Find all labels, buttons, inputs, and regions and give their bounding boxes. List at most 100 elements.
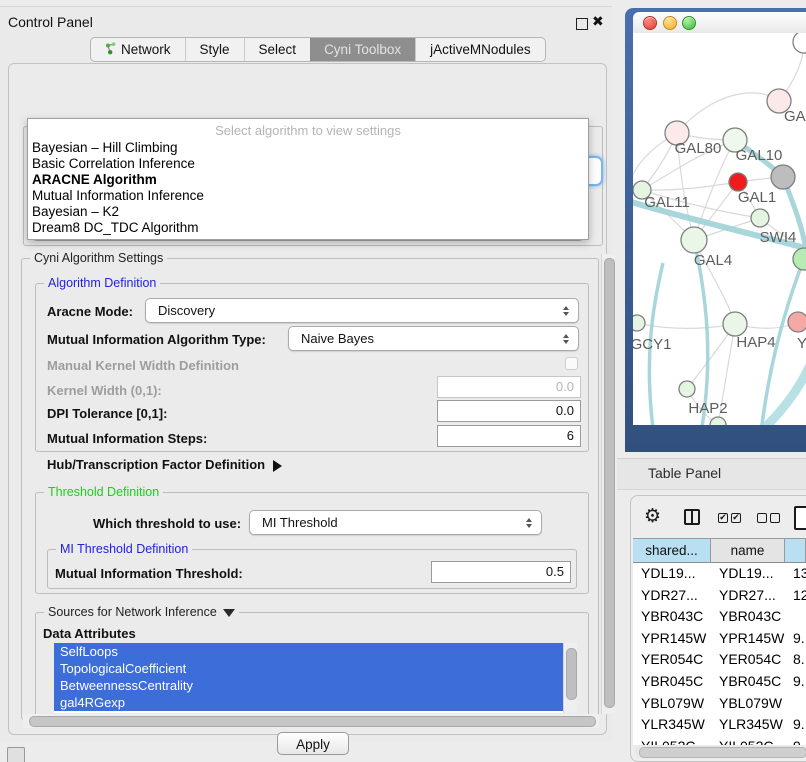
scrollbar-thumb[interactable] (29, 716, 596, 727)
table-row[interactable]: YBR043CYBR043C (633, 606, 806, 628)
mi-steps-field[interactable]: 6 (437, 425, 581, 447)
network-window-titlebar[interactable] (633, 12, 806, 34)
dropdown-item[interactable]: Basic Correlation Inference (28, 156, 588, 172)
data-attributes-list[interactable]: SelfLoopsTopologicalCoefficientBetweenne… (54, 643, 563, 713)
column-header-shared-name[interactable]: shared... (633, 539, 711, 562)
table-row[interactable]: YBR045CYBR045C9. (633, 671, 806, 693)
mi-steps-label: Mutual Information Steps: (47, 431, 207, 446)
threshold-definition-label: Threshold Definition (44, 485, 163, 499)
tab-select[interactable]: Select (244, 38, 311, 61)
table-row[interactable]: YBL079WYBL079W (633, 693, 806, 715)
which-threshold-label: Which threshold to use: (93, 516, 241, 531)
close-icon[interactable]: ✖ (592, 13, 604, 30)
kernel-width-field[interactable]: 0.0 (437, 376, 581, 398)
column-header-extra[interactable] (785, 539, 806, 562)
gear-icon[interactable]: ⚙ (644, 505, 661, 529)
cyni-settings-group-label: Cyni Algorithm Settings (30, 251, 167, 265)
zoom-traffic-light-icon[interactable] (682, 16, 696, 30)
algorithm-dropdown-popup: Select algorithm to view settings Bayesi… (27, 118, 589, 240)
dropdown-item[interactable]: ARACNE Algorithm (28, 172, 588, 188)
float-window-icon[interactable] (576, 18, 588, 30)
dropdown-item[interactable]: Mutual Information Inference (28, 188, 588, 204)
settings-horizontal-scrollbar[interactable] (23, 714, 599, 728)
table-icon[interactable] (794, 506, 806, 530)
deselect-all-checkbox-icon[interactable] (770, 513, 780, 523)
node-label: GAL (784, 108, 806, 125)
select-all-checkbox-icon[interactable]: ✔ (731, 513, 741, 523)
tab-network[interactable]: Network (91, 38, 185, 61)
table-cell: YBL079W (711, 693, 785, 715)
tab-jactivemnodules[interactable]: jActiveMNodules (415, 38, 545, 61)
mi-threshold-field[interactable]: 0.5 (431, 561, 571, 583)
settings-vertical-scrollbar[interactable] (601, 254, 615, 714)
network-node-gal4[interactable] (681, 227, 707, 253)
tab-style[interactable]: Style (185, 38, 244, 61)
table-cell: YLR345W (711, 714, 785, 736)
which-threshold-combo[interactable]: MI Threshold (249, 510, 542, 535)
table-cell: YIL052C (633, 736, 711, 745)
table-cell: YDR27... (633, 585, 711, 607)
minimize-traffic-light-icon[interactable] (663, 16, 677, 30)
table-row[interactable]: YPR145WYPR145W9. (633, 628, 806, 650)
deselect-all-checkbox-icon[interactable] (757, 513, 767, 523)
data-attributes-label: Data Attributes (43, 626, 136, 641)
attribute-list-item[interactable]: gal4RGexp (54, 694, 563, 711)
node-label: SWI4 (760, 229, 797, 246)
table-cell: YDR27... (711, 585, 785, 607)
tab-cyni-toolbox[interactable]: Cyni Toolbox (310, 38, 415, 61)
network-node-gcy1[interactable] (633, 315, 645, 331)
network-node[interactable] (793, 248, 806, 270)
column-header-name[interactable]: name (711, 539, 785, 562)
network-node[interactable] (793, 33, 806, 53)
node-label: GAL4 (694, 252, 732, 269)
dropdown-item[interactable]: Bayesian – K2 (28, 204, 588, 220)
scrollbar-thumb[interactable] (604, 258, 615, 708)
select-all-checkbox-icon[interactable]: ✔ (718, 513, 728, 523)
expand-right-icon (273, 460, 282, 472)
network-node-hap4[interactable] (723, 312, 747, 336)
dpi-tolerance-field[interactable]: 0.0 (437, 400, 581, 422)
algorithm-definition-label: Algorithm Definition (44, 276, 160, 290)
table-horizontal-scrollbar[interactable] (635, 745, 802, 758)
tab-label: Style (200, 42, 230, 57)
close-traffic-light-icon[interactable] (643, 16, 657, 30)
network-node[interactable] (710, 417, 726, 425)
aracne-mode-label: Aracne Mode: (47, 304, 133, 319)
network-node[interactable] (771, 165, 795, 189)
scrollbar-thumb[interactable] (639, 747, 806, 758)
network-canvas[interactable]: GALGAL80GAL10GAL1GAL11SWI4GAL4GCY1HAP4YH… (633, 33, 806, 425)
table-row[interactable]: YDR27...YDR27...12 (633, 585, 806, 607)
scrollbar-thumb[interactable] (566, 648, 577, 700)
network-node-y[interactable] (788, 312, 806, 332)
tab-label: Cyni Toolbox (324, 42, 401, 57)
manual-kernel-checkbox[interactable] (565, 357, 578, 370)
collapse-down-icon (223, 609, 235, 617)
node-label: GAL11 (644, 194, 690, 211)
network-node-hap2[interactable] (679, 381, 695, 397)
hub-definition-toggle[interactable]: Hub/Transcription Factor Definition (47, 457, 282, 472)
table-cell (785, 693, 806, 715)
node-label: GAL1 (738, 189, 776, 206)
table-row[interactable]: YER054CYER054C8. (633, 649, 806, 671)
table-row[interactable]: YDL19...YDL19...13 (633, 563, 806, 585)
attribute-list-item[interactable]: TopologicalCoefficient (54, 660, 563, 677)
collapsed-panel-button[interactable] (7, 747, 25, 762)
table-row[interactable]: YIL052CYIL052C9 (633, 736, 806, 745)
dropdown-item[interactable]: Bayesian – Hill Climbing (28, 140, 588, 156)
apply-button[interactable]: Apply (277, 732, 349, 755)
attribute-list-item[interactable]: SelfLoops (54, 643, 563, 660)
network-icon (105, 42, 116, 58)
attribute-list-item[interactable]: BetweennessCentrality (54, 677, 563, 694)
mi-type-label: Mutual Information Algorithm Type: (47, 332, 266, 347)
node-label: HAP4 (736, 334, 775, 351)
network-node-gal1[interactable] (751, 209, 769, 227)
table-row[interactable]: YLR345WYLR345W9. (633, 714, 806, 736)
dropdown-item[interactable]: Dream8 DC_TDC Algorithm (28, 220, 588, 236)
stepper-icon (563, 306, 569, 316)
attribute-list-scrollbar[interactable] (563, 643, 577, 713)
table-body[interactable]: YDL19...YDL19...13YDR27...YDR27...12YBR0… (633, 563, 806, 745)
columns-icon[interactable] (684, 509, 700, 525)
aracne-mode-combo[interactable]: Discovery (145, 298, 579, 323)
table-cell: 9. (785, 671, 806, 693)
mi-type-combo[interactable]: Naive Bayes (288, 326, 579, 351)
